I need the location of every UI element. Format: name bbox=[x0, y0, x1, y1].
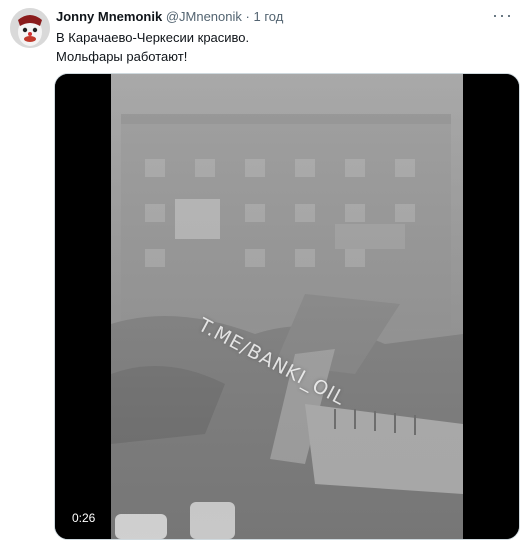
tweet-text: В Карачаево-Черкесии красиво. Мольфары р… bbox=[56, 28, 506, 66]
tweet-text-line: Мольфары работают! bbox=[56, 49, 188, 64]
author-handle[interactable]: @JMnenonik bbox=[166, 9, 242, 24]
video-frame bbox=[55, 74, 519, 539]
video-duration: 0:26 bbox=[67, 509, 101, 527]
more-options-icon[interactable]: ··· bbox=[492, 6, 513, 24]
clown-avatar-image bbox=[10, 8, 50, 48]
author-name[interactable]: Jonny Mnemonik bbox=[56, 9, 162, 24]
avatar[interactable] bbox=[10, 8, 50, 48]
tweet-text-line: В Карачаево-Черкесии красиво. bbox=[56, 30, 250, 45]
tweet-header: Jonny Mnemonik @JMnenonik · 1 год bbox=[56, 8, 283, 26]
tweet-time[interactable]: 1 год bbox=[253, 9, 283, 24]
video-player[interactable]: T.ME/BANKI_OIL 0:26 bbox=[54, 73, 520, 540]
separator: · bbox=[245, 9, 250, 24]
